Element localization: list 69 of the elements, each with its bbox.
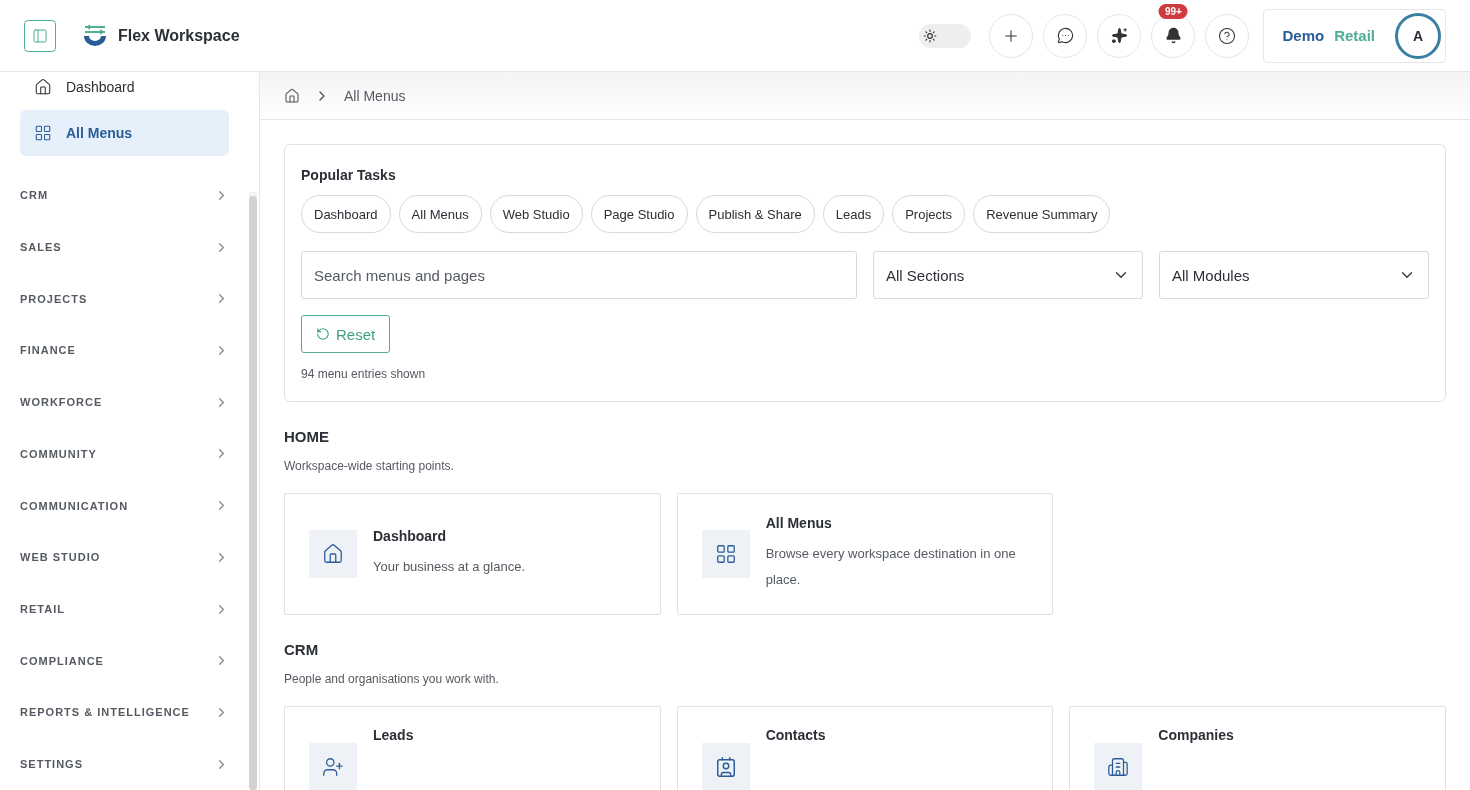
sidebar-icon bbox=[32, 27, 48, 44]
sidebar-section[interactable]: SALES bbox=[20, 221, 229, 273]
task-chip[interactable]: Leads bbox=[822, 195, 885, 233]
grid-icon bbox=[714, 543, 737, 565]
home-icon bbox=[34, 77, 52, 96]
card-title: Companies bbox=[1158, 727, 1234, 743]
menu-card[interactable]: Companies bbox=[1069, 706, 1446, 790]
task-chip[interactable]: All Menus bbox=[398, 195, 482, 233]
card-title: All Menus bbox=[765, 515, 833, 531]
app-name: Flex Workspace bbox=[118, 26, 240, 45]
menu-card[interactable]: Contacts bbox=[676, 706, 1054, 790]
menu-card[interactable]: All Menus Browse every workspace destination in one place. bbox=[676, 493, 1054, 615]
reset-icon bbox=[316, 327, 330, 341]
home-icon[interactable] bbox=[284, 87, 300, 104]
sidebar-section[interactable]: PROJECTS bbox=[20, 272, 229, 325]
menu-card[interactable]: Leads bbox=[284, 706, 661, 790]
sidebar-item[interactable]: All Menus bbox=[20, 109, 229, 156]
task-chip[interactable]: Web Studio bbox=[489, 195, 583, 233]
contact-card-icon bbox=[714, 756, 737, 778]
section-description: Workspace-wide starting points. bbox=[284, 459, 455, 473]
user-plus-icon bbox=[322, 756, 344, 778]
breadcrumb-item: All Menus bbox=[344, 87, 406, 104]
home-icon bbox=[322, 543, 344, 565]
sidebar-section[interactable]: FINANCE bbox=[20, 324, 229, 377]
sidebar-section[interactable]: RETAIL bbox=[20, 583, 229, 635]
building-icon bbox=[1107, 756, 1130, 778]
section-title: CRM bbox=[284, 641, 320, 658]
task-chip[interactable]: Revenue Summary bbox=[973, 195, 1111, 233]
avatar[interactable]: A bbox=[1395, 12, 1441, 59]
sidebar-toggle-button[interactable] bbox=[24, 19, 56, 52]
card-title: Contacts bbox=[765, 727, 826, 743]
section-title: HOME bbox=[284, 428, 330, 445]
sidebar-section[interactable]: COMPLIANCE bbox=[20, 634, 229, 687]
card-title: Dashboard bbox=[373, 528, 448, 544]
sidebar-item[interactable]: Dashboard bbox=[20, 72, 229, 110]
module-select[interactable]: All Modules bbox=[1159, 251, 1429, 299]
sidebar-section[interactable]: WEB STUDIO bbox=[20, 531, 229, 584]
workspace-switcher[interactable]: Demo Retail A bbox=[1263, 8, 1446, 63]
workspace-name: Demo bbox=[1282, 27, 1325, 44]
task-chip[interactable]: Dashboard bbox=[301, 195, 391, 233]
scrollbar-thumb[interactable] bbox=[249, 196, 257, 790]
menu-card[interactable]: Dashboard Your business at a glance. bbox=[284, 493, 661, 615]
chat-icon bbox=[1056, 27, 1074, 44]
search-field[interactable]: Search menus and pages bbox=[301, 251, 857, 299]
sidebar-section[interactable]: COMMUNICATION bbox=[20, 479, 229, 532]
sparkle-icon bbox=[1110, 27, 1128, 44]
sidebar-section[interactable]: SETTINGS bbox=[20, 738, 229, 790]
card-title: Leads bbox=[373, 727, 414, 743]
theme-toggle[interactable] bbox=[919, 23, 972, 48]
workspace-name: Retail bbox=[1334, 27, 1375, 44]
sidebar-section[interactable]: REPORTS & INTELLIGENCE bbox=[20, 686, 229, 739]
help-icon bbox=[1218, 26, 1237, 45]
sidebar-section[interactable]: WORKFORCE bbox=[20, 376, 229, 428]
sun-icon bbox=[923, 28, 938, 43]
section-select[interactable]: All Sections bbox=[873, 251, 1143, 299]
sidebar-section[interactable]: COMMUNITY bbox=[20, 428, 229, 480]
task-chip[interactable]: Publish & Share bbox=[695, 195, 815, 233]
sidebar-section[interactable]: CRM bbox=[20, 169, 229, 222]
entries-count: 94 menu entries shown bbox=[301, 367, 427, 381]
section-description: People and organisations you work with. bbox=[284, 672, 500, 686]
grid-icon bbox=[34, 123, 52, 142]
card-description: Browse every workspace destination in one place. bbox=[765, 545, 1017, 589]
task-chip[interactable]: Projects bbox=[892, 195, 966, 233]
bell-icon bbox=[1164, 27, 1182, 44]
notification-badge: 99+ bbox=[1158, 3, 1188, 19]
task-chip[interactable]: Page Studio bbox=[590, 195, 688, 233]
logo-icon bbox=[82, 23, 108, 48]
panel-title: Popular Tasks bbox=[301, 167, 397, 183]
card-description: Your business at a glance. bbox=[373, 558, 525, 576]
